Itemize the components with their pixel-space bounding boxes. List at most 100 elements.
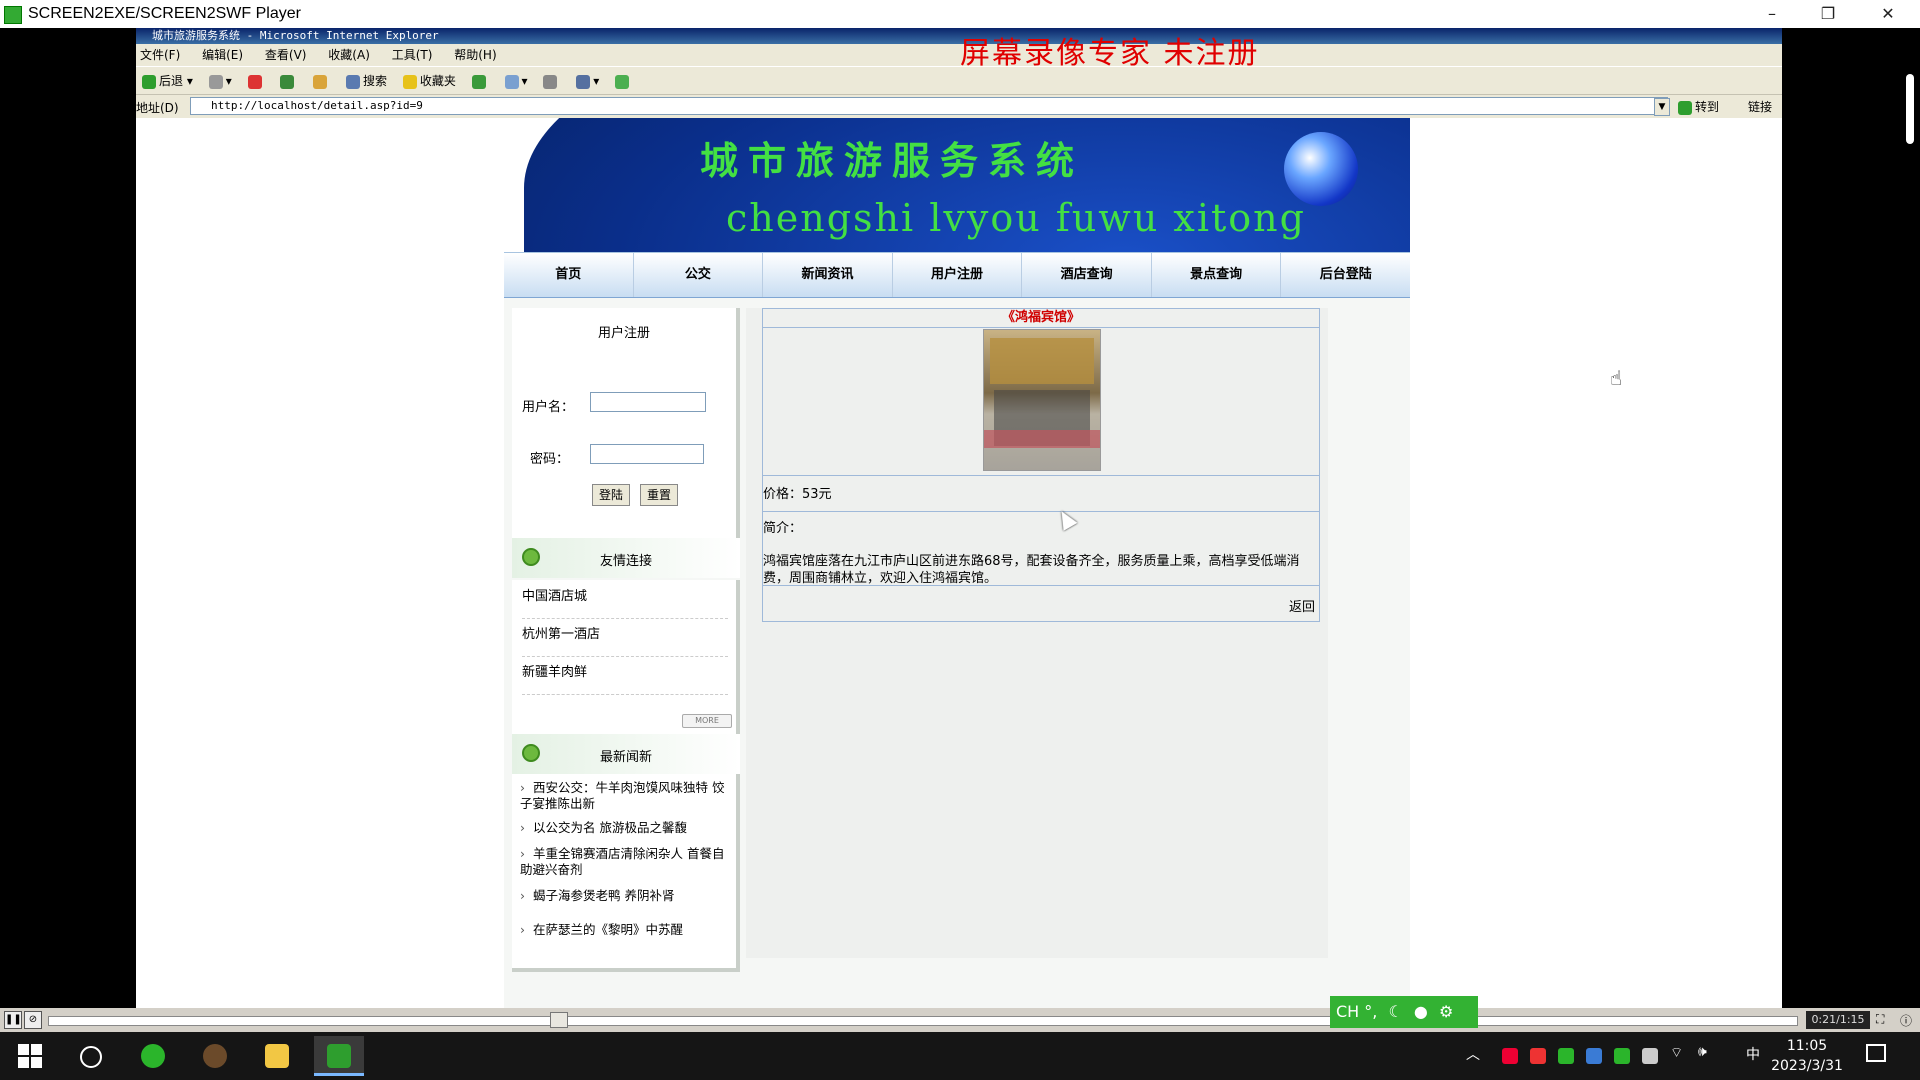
- back-button[interactable]: 后退 ▾: [142, 67, 193, 95]
- refresh-button[interactable]: [280, 67, 297, 95]
- web-page: 城市旅游服务系统 chengshi lvyou fuwu xitong 首页 公…: [136, 118, 1782, 1008]
- site-nav: 首页 公交 新闻资讯 用户注册 酒店查询 景点查询 后台登陆: [504, 252, 1410, 299]
- stop-button[interactable]: ⊘: [24, 1011, 42, 1029]
- nav-news[interactable]: 新闻资讯: [763, 253, 893, 297]
- news-title: 最新闻新: [599, 750, 652, 765]
- menu-file[interactable]: 文件(F): [140, 44, 180, 66]
- site-banner: 城市旅游服务系统 chengshi lvyou fuwu xitong: [504, 118, 1410, 252]
- home-button[interactable]: [313, 67, 330, 95]
- edit-button[interactable]: ▾: [576, 67, 599, 95]
- forward-button[interactable]: ▾: [208, 67, 232, 95]
- seek-bar[interactable]: [48, 1016, 1798, 1026]
- back-link[interactable]: 返回: [1289, 596, 1315, 615]
- messenger-button[interactable]: [615, 67, 632, 95]
- nav-admin-login[interactable]: 后台登陆: [1281, 253, 1410, 297]
- clock-time: 11:05: [1786, 1038, 1828, 1054]
- mail-button[interactable]: ▾: [504, 67, 528, 95]
- taskbar-app-browser[interactable]: [128, 1036, 178, 1076]
- nav-hotels[interactable]: 酒店查询: [1022, 253, 1152, 297]
- tray-app-icon[interactable]: [1530, 1048, 1546, 1064]
- messenger-icon: [615, 74, 630, 89]
- fullscreen-icon[interactable]: ⛶: [1876, 1012, 1884, 1027]
- arrow-icon: ›: [520, 780, 525, 795]
- back-row: 返回: [763, 585, 1319, 622]
- volume-icon[interactable]: 🕪: [1698, 1044, 1707, 1060]
- minimize-button[interactable]: –: [1744, 0, 1800, 28]
- ime-toolbar[interactable]: CH °, ☾ ● ⚙: [1330, 996, 1478, 1028]
- links-button[interactable]: 链接: [1748, 98, 1772, 115]
- address-input[interactable]: http://localhost/detail.asp?id=9: [190, 97, 1668, 115]
- tray-app-icon[interactable]: [1502, 1048, 1518, 1064]
- battery-icon[interactable]: [1642, 1048, 1658, 1064]
- go-button[interactable]: 转到: [1678, 98, 1719, 115]
- link-item[interactable]: 新疆羊肉鲜: [522, 656, 728, 695]
- password-label: 密码：: [530, 452, 570, 467]
- nav-bus[interactable]: 公交: [634, 253, 764, 297]
- nav-register[interactable]: 用户注册: [893, 253, 1023, 297]
- taskbar-app-player[interactable]: [314, 1036, 364, 1076]
- favorites-button[interactable]: 收藏夹: [402, 67, 456, 95]
- forward-arrow-icon: [208, 74, 223, 89]
- more-link[interactable]: MORE: [682, 714, 732, 728]
- player-scrollbar[interactable]: [1906, 74, 1914, 144]
- windows-start-icon[interactable]: [18, 1044, 42, 1068]
- news-item[interactable]: › 羊重全锦赛酒店清除闲杂人 首餐自助避兴奋剂: [520, 846, 726, 878]
- login-box: 用户注册 用户名： 密码： 登陆 重置: [512, 308, 740, 538]
- arrow-icon: ›: [520, 888, 525, 903]
- print-button[interactable]: [543, 67, 560, 95]
- gear-icon[interactable]: ⚙: [1439, 1002, 1453, 1021]
- password-input[interactable]: [590, 444, 704, 464]
- taskbar-app-explorer[interactable]: [252, 1036, 302, 1076]
- nav-home[interactable]: 首页: [504, 253, 634, 297]
- home-icon: [313, 74, 328, 89]
- player-app-icon: [4, 6, 22, 24]
- news-list: › 西安公交：牛羊肉泡馍风味独特 饺子宴推陈出新 › 以公交为名 旅游极品之馨馥 ›…: [512, 774, 740, 972]
- folder-icon: [265, 1044, 289, 1068]
- ime-language[interactable]: CH °,: [1336, 1002, 1377, 1021]
- hotel-price-row: 价格：53元: [763, 475, 1319, 512]
- search-button[interactable]: 搜索: [346, 67, 387, 95]
- pause-button[interactable]: ❚❚: [4, 1011, 22, 1029]
- user-icon[interactable]: ●: [1414, 1002, 1428, 1021]
- menu-tools[interactable]: 工具(T): [392, 44, 433, 66]
- clock-date: 2023/3/31: [1771, 1058, 1843, 1074]
- arrow-icon: ›: [520, 846, 525, 861]
- chevron-up-icon[interactable]: ︿: [1466, 1044, 1480, 1064]
- info-icon[interactable]: ⓘ: [1900, 1012, 1912, 1029]
- menu-favorites[interactable]: 收藏(A): [328, 44, 370, 66]
- seek-thumb[interactable]: [550, 1012, 568, 1028]
- link-item[interactable]: 杭州第一酒店: [522, 618, 728, 657]
- history-button[interactable]: [471, 67, 489, 95]
- recorded-screen: 城市旅游服务系统 - Microsoft Internet Explorer 文…: [136, 28, 1782, 1008]
- link-item[interactable]: 中国酒店城: [522, 580, 728, 619]
- tray-app-icon[interactable]: [1586, 1048, 1602, 1064]
- wechat-icon[interactable]: [1614, 1048, 1630, 1064]
- restore-button[interactable]: ❐: [1800, 0, 1856, 28]
- username-input[interactable]: [590, 392, 706, 412]
- reset-button[interactable]: 重置: [640, 484, 679, 506]
- close-button[interactable]: ✕: [1860, 0, 1916, 28]
- wechat-icon[interactable]: [1558, 1048, 1574, 1064]
- menu-view[interactable]: 查看(V): [265, 44, 307, 66]
- nav-attractions[interactable]: 景点查询: [1152, 253, 1282, 297]
- menu-edit[interactable]: 编辑(E): [202, 44, 243, 66]
- browser-icon: [141, 1044, 165, 1068]
- moon-icon[interactable]: ☾: [1388, 1002, 1402, 1021]
- news-item[interactable]: › 在萨瑟兰的《黎明》中苏醒: [520, 922, 726, 938]
- stop-button[interactable]: [247, 67, 265, 95]
- search-icon[interactable]: [80, 1046, 102, 1068]
- wifi-icon[interactable]: ⌔: [1670, 1044, 1683, 1062]
- menu-help[interactable]: 帮助(H): [454, 44, 496, 66]
- hand-cursor-icon: ☝: [1610, 366, 1623, 390]
- address-dropdown-icon[interactable]: ▼: [1654, 98, 1670, 116]
- news-item[interactable]: › 蝎子海参煲老鸭 养阴补肾: [520, 888, 726, 904]
- clock[interactable]: 11:05 2023/3/31: [1762, 1036, 1852, 1076]
- ime-indicator[interactable]: 中: [1746, 1044, 1760, 1064]
- notification-icon[interactable]: [1866, 1044, 1886, 1062]
- player-title: SCREEN2EXE/SCREEN2SWF Player: [28, 5, 301, 22]
- go-arrow-icon: [1678, 100, 1692, 115]
- taskbar-app-bird[interactable]: [190, 1036, 240, 1076]
- login-button[interactable]: 登陆: [592, 484, 631, 506]
- news-item[interactable]: › 西安公交：牛羊肉泡馍风味独特 饺子宴推陈出新: [520, 780, 726, 812]
- news-item[interactable]: › 以公交为名 旅游极品之馨馥: [520, 820, 726, 836]
